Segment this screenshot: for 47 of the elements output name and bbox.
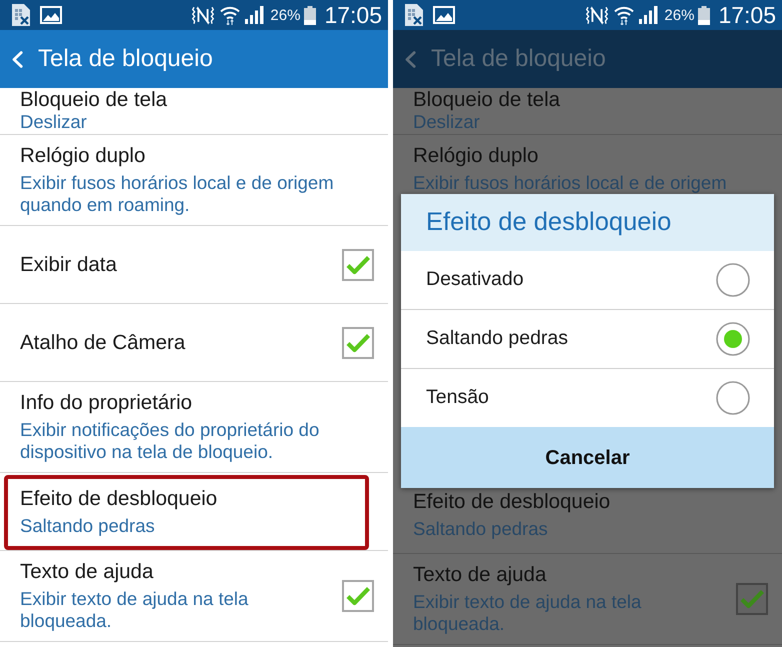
setting-title[interactable]: Atalho de Câmera bbox=[20, 330, 186, 354]
setting-title[interactable]: Info do proprietário bbox=[20, 391, 192, 415]
image-icon bbox=[40, 6, 62, 24]
cancel-button[interactable]: Cancelar bbox=[401, 427, 774, 488]
signal-icon bbox=[245, 6, 264, 24]
radio-button[interactable] bbox=[716, 322, 750, 356]
screen-title: Tela de bloqueio bbox=[38, 47, 213, 71]
vibrate-icon bbox=[586, 6, 608, 24]
setting-summary: Deslizar bbox=[20, 111, 87, 133]
setting-summary: Exibir texto de ajuda na tela bloqueada. bbox=[413, 591, 642, 635]
wifi-icon bbox=[220, 5, 240, 25]
setting-summary: Exibir fusos horários local e de origem bbox=[413, 172, 727, 194]
setting-summary: Exibir texto de ajuda na tela bloqueada. bbox=[20, 588, 250, 632]
checkbox[interactable] bbox=[342, 580, 374, 612]
signal-icon bbox=[639, 6, 658, 24]
setting-summary: Deslizar bbox=[413, 111, 480, 133]
option-label[interactable]: Saltando pedras bbox=[426, 327, 568, 351]
battery-icon bbox=[698, 6, 710, 24]
setting-title[interactable]: Efeito de desbloqueio bbox=[20, 486, 218, 510]
back-icon[interactable] bbox=[405, 50, 416, 68]
vibrate-icon bbox=[192, 6, 214, 24]
sim-card-icon bbox=[405, 4, 423, 26]
battery-icon bbox=[304, 6, 316, 24]
checkbox[interactable] bbox=[342, 326, 374, 358]
wifi-icon bbox=[614, 5, 634, 25]
checkbox[interactable] bbox=[342, 248, 374, 280]
setting-title[interactable]: Texto de ajuda bbox=[20, 560, 154, 584]
setting-summary: Saltando pedras bbox=[20, 514, 155, 536]
clock-time: 17:05 bbox=[324, 4, 382, 26]
setting-summary: Exibir notificações do proprietário do dispositivo na tela de bloqueio. bbox=[20, 419, 320, 463]
clock-time: 17:05 bbox=[718, 4, 776, 26]
sim-card-icon bbox=[12, 4, 30, 26]
screen-title: Tela de bloqueio bbox=[431, 47, 606, 71]
battery-percent: 26% bbox=[270, 8, 300, 22]
setting-title[interactable]: Relógio duplo bbox=[20, 144, 146, 168]
setting-title[interactable]: Bloqueio de tela bbox=[20, 89, 168, 111]
checkbox[interactable] bbox=[736, 583, 768, 615]
battery-percent: 26% bbox=[664, 8, 694, 22]
option-label[interactable]: Desativado bbox=[426, 268, 524, 292]
dialog-title: Efeito de desbloqueio bbox=[426, 210, 672, 236]
radio-button[interactable] bbox=[716, 263, 750, 297]
option-label[interactable]: Tensão bbox=[426, 386, 489, 410]
setting-summary: Exibir fusos horários local e de origem quando em roaming. bbox=[20, 172, 335, 216]
setting-title[interactable]: Exibir data bbox=[20, 252, 117, 276]
setting-summary: Saltando pedras bbox=[413, 518, 548, 540]
image-icon bbox=[433, 6, 455, 24]
radio-button[interactable] bbox=[716, 381, 750, 415]
